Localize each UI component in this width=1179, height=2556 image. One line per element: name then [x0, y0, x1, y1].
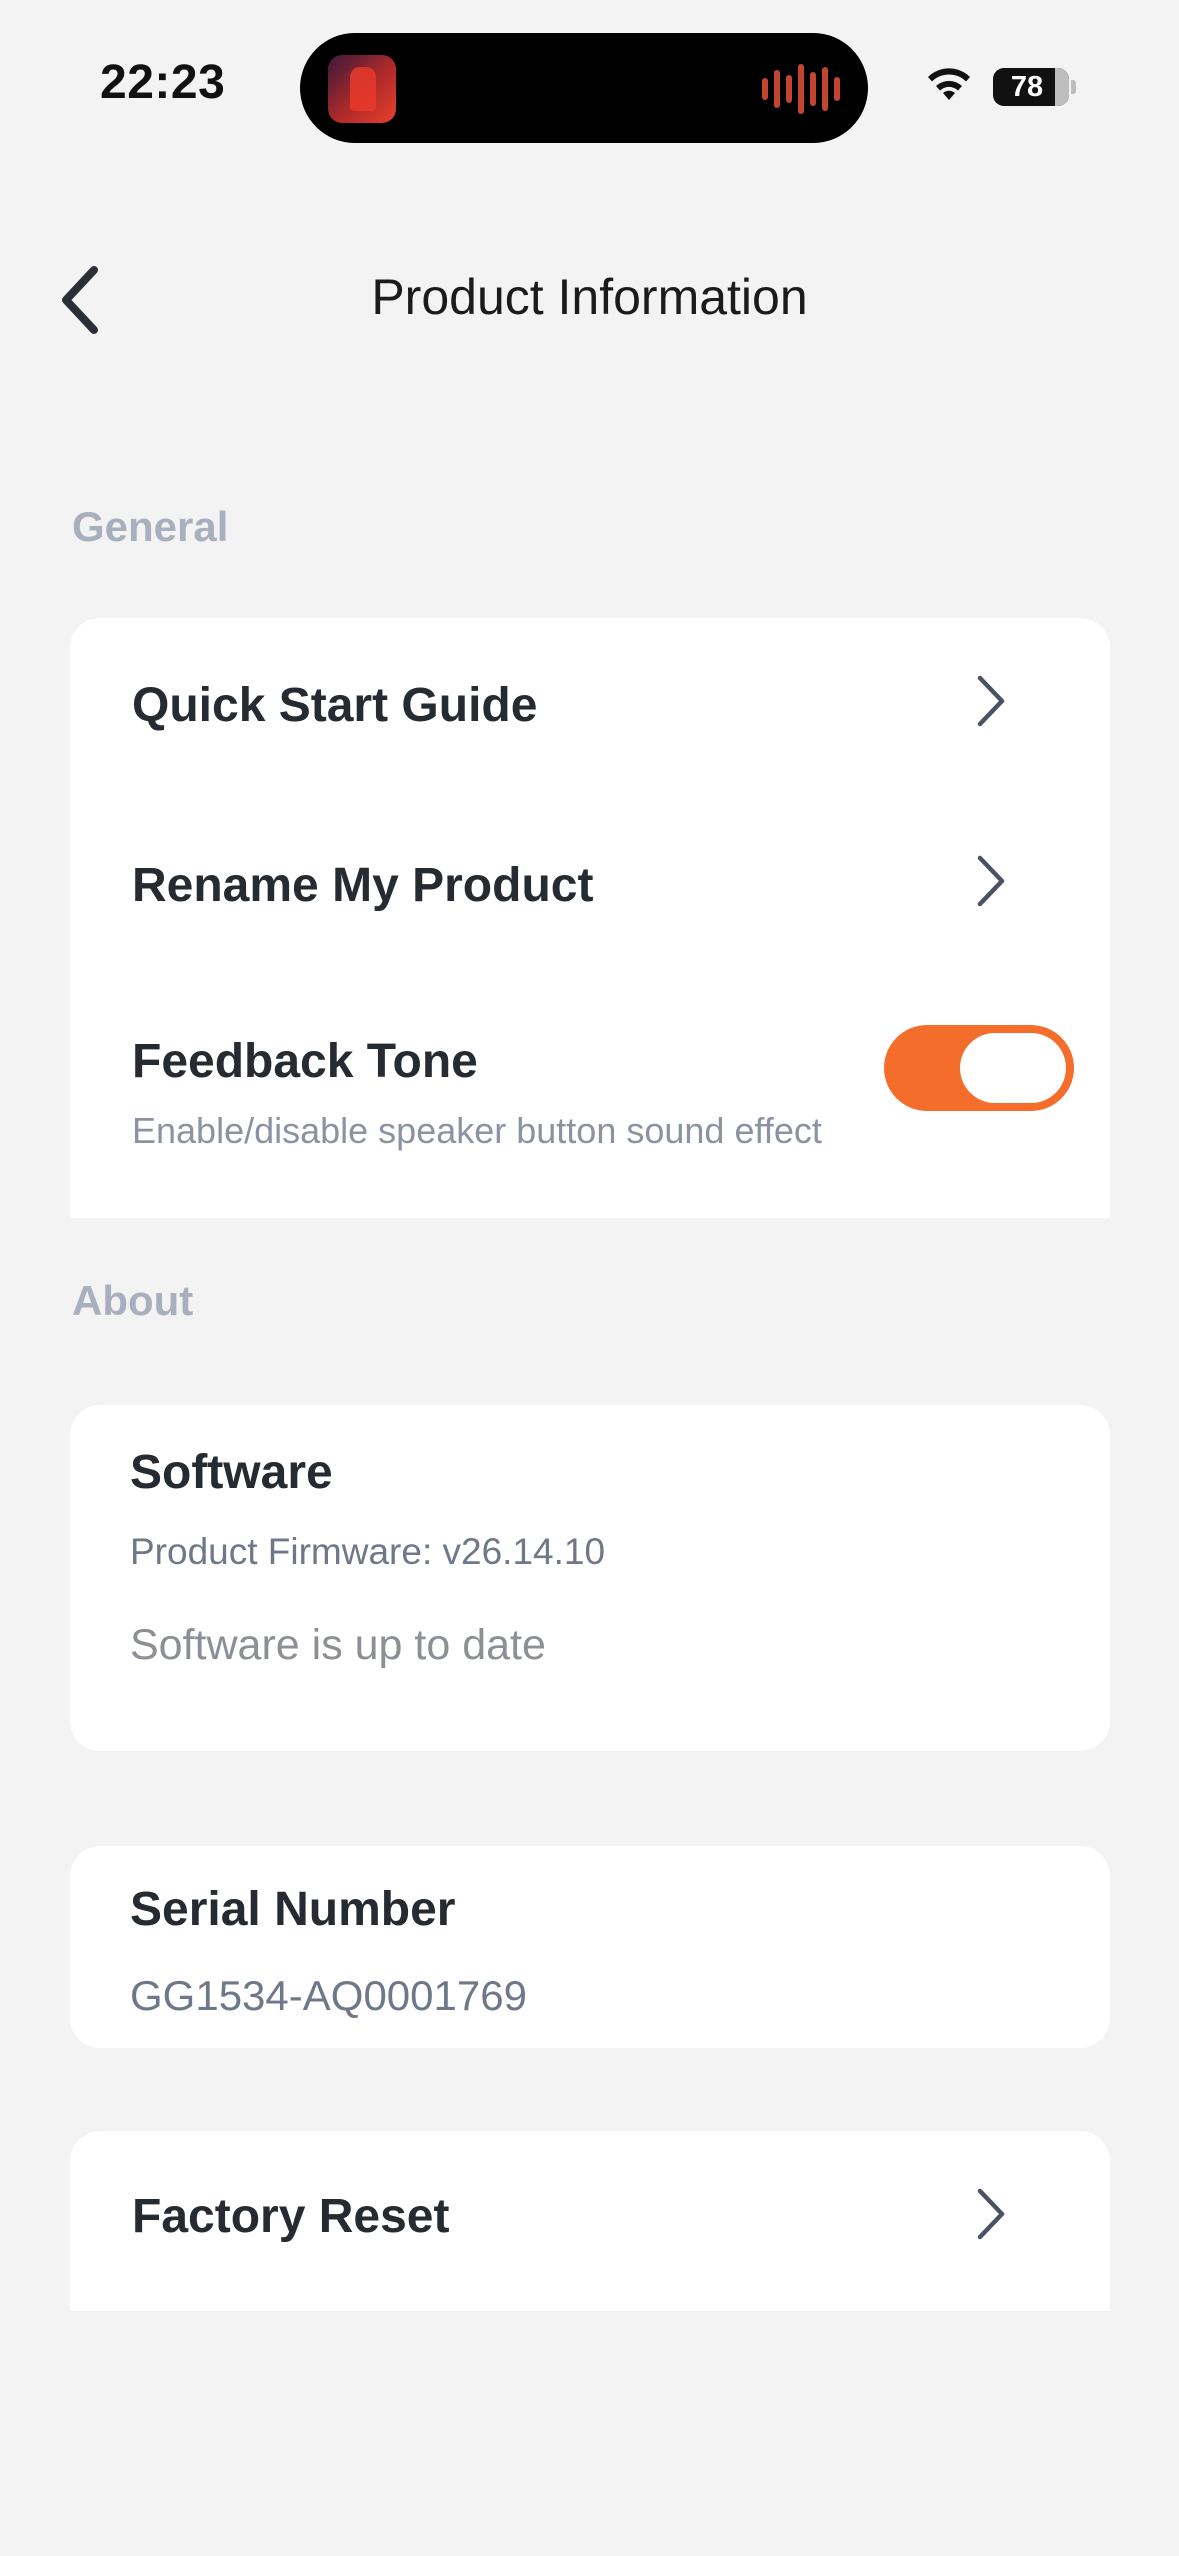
- software-title: Software: [130, 1446, 333, 1499]
- general-card: Quick Start Guide Rename My Product Feed…: [70, 618, 1110, 1218]
- serial-number-card: Serial Number GG1534-AQ0001769: [70, 1846, 1110, 2048]
- dynamic-island[interactable]: [300, 33, 868, 143]
- software-status: Software is up to date: [130, 1621, 546, 1669]
- chevron-right-icon: [977, 675, 1005, 727]
- battery-icon: 78: [993, 68, 1069, 106]
- software-card: Software Product Firmware: v26.14.10 Sof…: [70, 1405, 1110, 1751]
- rename-my-product-row[interactable]: Rename My Product: [70, 798, 1110, 978]
- chevron-right-icon: [977, 855, 1005, 907]
- status-time: 22:23: [100, 56, 226, 109]
- factory-reset-row[interactable]: Factory Reset: [70, 2131, 1110, 2311]
- quick-start-guide-row[interactable]: Quick Start Guide: [70, 618, 1110, 798]
- feedback-tone-toggle[interactable]: [884, 1025, 1074, 1111]
- feedback-tone-description: Enable/disable speaker button sound effe…: [132, 1110, 822, 1151]
- quick-start-guide-label: Quick Start Guide: [132, 679, 538, 732]
- section-label-about: About: [72, 1277, 194, 1324]
- battery-cap: [1071, 80, 1076, 94]
- section-label-general: General: [72, 503, 229, 550]
- now-playing-artwork: [328, 55, 396, 123]
- serial-number-value: GG1534-AQ0001769: [130, 1972, 527, 2019]
- feedback-tone-label: Feedback Tone: [132, 1035, 478, 1088]
- audio-waveform-icon: [762, 63, 840, 115]
- wifi-icon: [928, 68, 970, 100]
- page-title: Product Information: [371, 269, 808, 325]
- product-information-screen: 22:23 78 Product Information General Qui…: [0, 0, 1179, 2556]
- serial-number-title: Serial Number: [130, 1883, 456, 1936]
- factory-reset-label: Factory Reset: [132, 2190, 450, 2243]
- chevron-right-icon: [977, 2188, 1005, 2240]
- battery-level: 78: [1010, 70, 1044, 103]
- toggle-knob: [960, 1033, 1066, 1103]
- firmware-version: Product Firmware: v26.14.10: [130, 1531, 606, 1572]
- rename-my-product-label: Rename My Product: [132, 859, 594, 912]
